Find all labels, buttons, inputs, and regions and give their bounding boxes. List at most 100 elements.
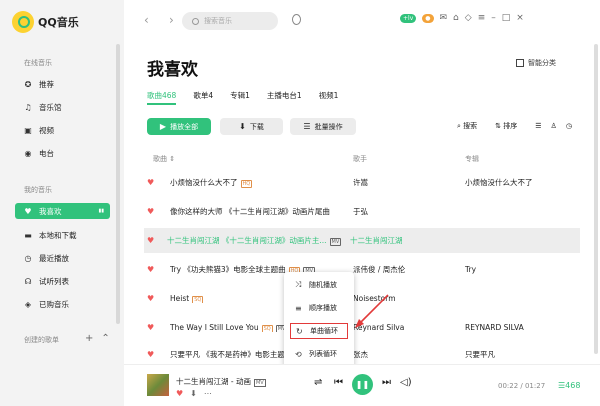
level-badge-icon[interactable]: ● <box>422 13 434 23</box>
table-row[interactable]: ♥ Try 《功夫熊猫3》电影全球主题曲 HQ MV 派伟俊 / 周杰伦 Try <box>147 257 577 282</box>
mail-icon[interactable]: ✉ <box>440 13 448 23</box>
album-name[interactable]: REYNARD SILVA <box>465 323 524 332</box>
batch-operation-button[interactable]: ☰ 批量操作 <box>290 118 356 135</box>
pause-button[interactable]: ❚❚ <box>352 374 373 395</box>
add-playlist-icon[interactable]: + <box>85 333 101 344</box>
sidebar-item-label: 电台 <box>39 148 54 158</box>
heart-icon[interactable]: ♥ <box>147 294 159 303</box>
forward-arrow-icon[interactable]: › <box>169 13 174 27</box>
table-row[interactable]: ♥ 只要平凡 《我不是药神》电影主题曲 张杰 只要平凡 <box>147 344 577 364</box>
play-icon: ▶ <box>159 122 167 131</box>
menu-item-repeat-one[interactable]: ↻ 单曲循环 <box>290 323 348 339</box>
previous-icon[interactable]: ⏮ <box>334 377 343 388</box>
tab-songs[interactable]: 歌曲468 <box>147 90 177 105</box>
artist-name[interactable]: 许嵩 <box>353 177 368 188</box>
album-name[interactable]: 只要平凡 <box>465 349 495 360</box>
sidebar-item-trial-list[interactable]: ☊ 试听列表 <box>15 273 110 289</box>
collapse-icon[interactable]: ⌃ <box>101 333 117 344</box>
heart-icon[interactable]: ♥ <box>147 323 159 332</box>
sidebar-item-video[interactable]: ▣ 视频 <box>15 122 110 138</box>
smart-classify-button[interactable]: 智能分类 <box>516 58 556 68</box>
list-icon: ☰ <box>303 122 311 131</box>
heart-icon[interactable]: ♥ <box>147 207 159 216</box>
menu-item-shuffle[interactable]: ⤨ 随机播放 <box>290 277 348 293</box>
settings-icon[interactable]: ⌂ <box>453 13 459 23</box>
heart-icon[interactable]: ♥ <box>147 265 159 274</box>
sidebar-scrollbar[interactable] <box>116 44 120 324</box>
main-scrollbar[interactable] <box>594 44 598 354</box>
app-logo[interactable]: QQ音乐 <box>12 11 79 33</box>
now-playing-title[interactable]: 十二生肖闯江湖 - 动画 MV <box>176 376 266 387</box>
heart-icon[interactable]: ♥ <box>147 350 159 359</box>
search-input[interactable]: 搜索音乐 <box>182 12 278 30</box>
song-name: 像你这样的大师 《十二生肖闯江湖》动画片尾曲 <box>170 207 330 216</box>
sidebar-item-radio[interactable]: ◉ 电台 <box>15 145 110 161</box>
close-icon[interactable]: × <box>516 13 524 23</box>
artist-name[interactable]: 张杰 <box>353 349 368 360</box>
album-cover[interactable] <box>147 374 169 396</box>
repeat-icon: ⟲ <box>295 349 302 359</box>
mv-badge[interactable]: MV <box>329 238 342 246</box>
table-row[interactable]: ♥ 小烦恼没什么大不了 HQ 许嵩 小烦恼没什么大不了 <box>147 170 577 195</box>
table-row[interactable]: ♥ 像你这样的大师 《十二生肖闯江湖》动画片尾曲 于弘 <box>147 199 577 224</box>
minimize-icon[interactable]: – <box>491 13 496 23</box>
sidebar-item-music-hall[interactable]: ♫ 音乐馆 <box>15 99 110 115</box>
tab-playlists[interactable]: 歌单4 <box>193 90 213 101</box>
content-tabs: 歌曲468 歌单4 专辑1 主播电台1 视频1 <box>147 90 355 105</box>
sidebar-item-recent[interactable]: ◷ 最近播放 <box>15 250 110 266</box>
song-name: 只要平凡 《我不是药神》电影主题曲 <box>170 349 293 359</box>
menu-item-repeat-list[interactable]: ⟲ 列表循环 <box>290 346 348 362</box>
artist-name[interactable]: 于弘 <box>353 206 368 217</box>
sidebar-item-purchased[interactable]: ◈ 已购音乐 <box>15 296 110 312</box>
next-icon[interactable]: ⏭ <box>382 377 391 388</box>
song-name: Heist SQ <box>170 294 204 303</box>
list-view-icon[interactable]: ☰ <box>535 122 541 130</box>
heart-icon[interactable]: ♥ <box>147 178 159 187</box>
album-name[interactable]: 小烦恼没什么大不了 <box>465 177 533 188</box>
search-list-button[interactable]: ⌕ 搜索 <box>457 121 486 131</box>
clock-view-icon[interactable]: ◷ <box>566 122 572 130</box>
artist-name[interactable]: 十二生肖闯江湖 <box>350 235 403 246</box>
artist-name[interactable]: 派伟俊 / 周杰伦 <box>353 264 405 275</box>
column-song[interactable]: 歌曲 ⇕ <box>153 154 175 164</box>
column-artist[interactable]: 歌手 <box>353 154 367 164</box>
microphone-icon[interactable] <box>292 14 301 25</box>
sidebar-item-liked[interactable]: ♥ 我喜欢 ▮▮ <box>15 203 110 219</box>
heart-icon[interactable]: ♥ <box>147 236 159 245</box>
sidebar-item-label: 最近播放 <box>39 253 69 263</box>
menu-item-sequential[interactable]: ≡ 顺序播放 <box>290 300 348 316</box>
sort-button[interactable]: ⇅ 排序 <box>495 121 526 131</box>
back-arrow-icon[interactable]: ‹ <box>144 13 149 27</box>
play-mode-icon[interactable]: ⇌ <box>314 377 322 388</box>
headphones-icon: ☊ <box>24 276 32 286</box>
heart-icon[interactable]: ♥ <box>176 389 190 398</box>
volume-icon[interactable]: ◁) <box>400 377 412 388</box>
skin-icon[interactable]: ◇ <box>465 13 472 23</box>
download-button[interactable]: ⬇ 下载 <box>220 118 283 135</box>
download-icon[interactable]: ⬇ <box>190 389 204 398</box>
search-placeholder: 搜索音乐 <box>204 17 232 25</box>
radio-icon: ◉ <box>24 148 32 158</box>
more-icon[interactable]: ⋯ <box>204 389 219 398</box>
sidebar-item-label: 推荐 <box>39 79 54 89</box>
song-name: 小烦恼没什么大不了 HQ <box>170 178 253 188</box>
tab-albums[interactable]: 专辑1 <box>230 90 250 101</box>
tab-radio[interactable]: 主播电台1 <box>267 90 302 101</box>
playlist-button[interactable]: ☰468 <box>558 381 580 390</box>
tab-videos[interactable]: 视频1 <box>319 90 339 101</box>
quality-badge: HQ <box>240 180 253 188</box>
order-icon: ≡ <box>295 303 302 313</box>
artist-view-icon[interactable]: ♙ <box>551 122 557 130</box>
vip-badge-icon[interactable]: +lv <box>400 13 417 23</box>
section-mine-label: 我的音乐 <box>24 186 52 194</box>
music-note-icon: ♫ <box>24 102 32 112</box>
sidebar-item-recommend[interactable]: ✪ 推荐 <box>15 76 110 92</box>
mv-badge[interactable]: MV <box>253 379 266 387</box>
table-row[interactable]: ♥ 十二生肖闯江湖 《十二生肖闯江湖》动画片主... MV 十二生肖闯江湖 <box>144 228 580 253</box>
album-name[interactable]: Try <box>465 265 476 274</box>
play-all-button[interactable]: ▶ 播放全部 <box>147 118 211 135</box>
column-album[interactable]: 专辑 <box>465 154 479 164</box>
maximize-icon[interactable]: □ <box>502 13 511 23</box>
menu-icon[interactable]: ≡ <box>478 13 486 23</box>
sidebar-item-local-download[interactable]: ▬ 本地和下载 <box>15 227 110 243</box>
